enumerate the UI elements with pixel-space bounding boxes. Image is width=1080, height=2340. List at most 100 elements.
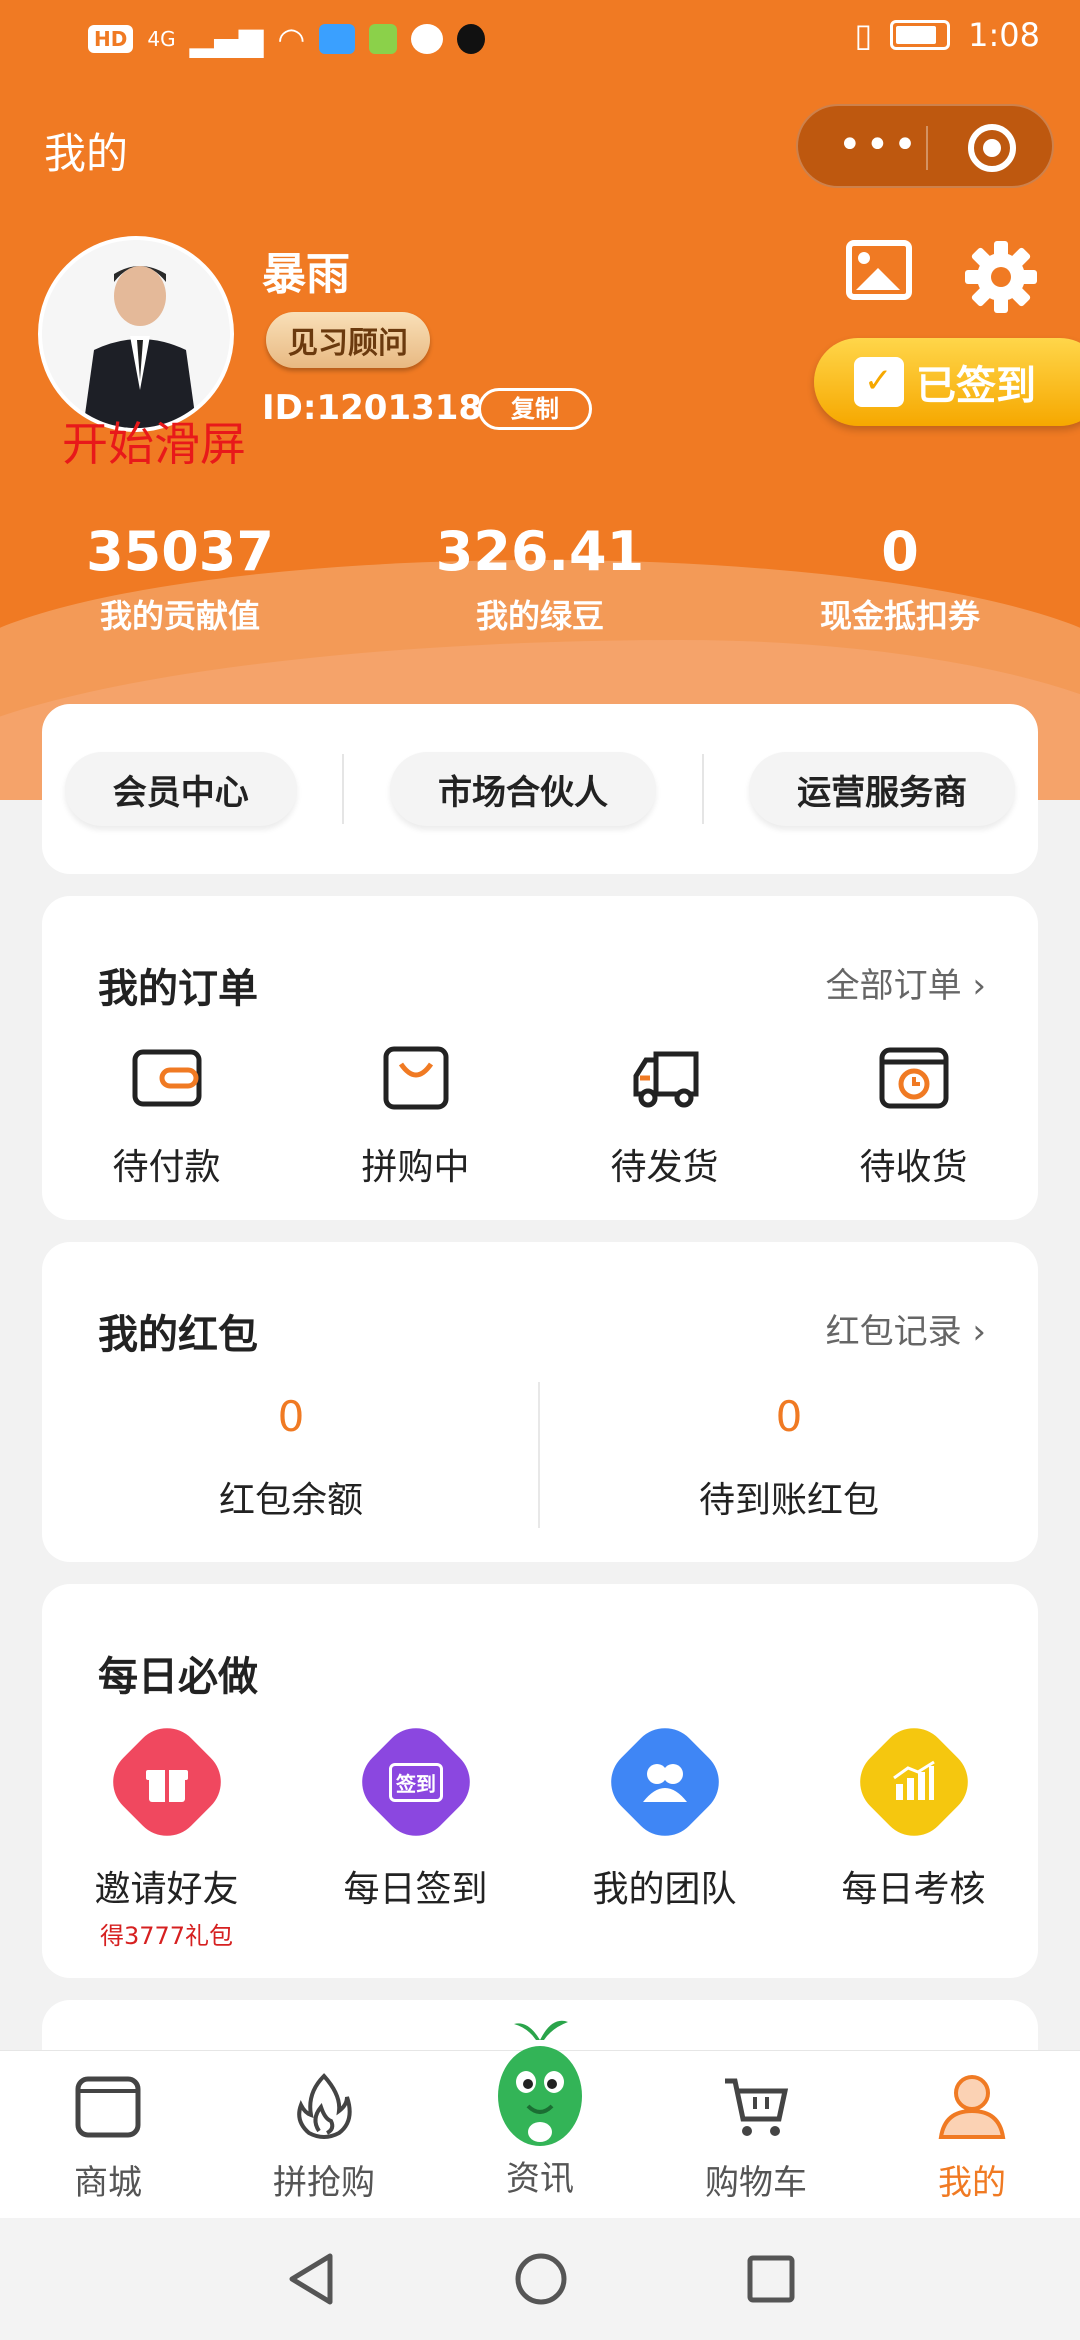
- gear-icon[interactable]: [964, 240, 1038, 314]
- tab-cart[interactable]: 购物车: [648, 2051, 864, 2218]
- more-icon[interactable]: •••: [838, 125, 921, 165]
- copy-id-button[interactable]: 复制: [478, 388, 592, 430]
- invite-friends-button[interactable]: 邀请好友 得3777礼包: [42, 1714, 291, 1951]
- balance-value: 0: [277, 1392, 305, 1441]
- close-miniprogram-icon[interactable]: [968, 124, 1016, 172]
- member-center-button[interactable]: 会员中心: [64, 752, 297, 826]
- signal-label: 4G: [147, 27, 176, 51]
- username: 暴雨: [262, 249, 350, 300]
- signal-icon: ▂▄▆: [189, 20, 264, 58]
- checkin-icon: 签到: [347, 1714, 484, 1850]
- image-icon[interactable]: [846, 240, 912, 300]
- red-packet-title: 我的红包: [98, 1312, 258, 1358]
- daily-label: 我的团队: [592, 1869, 737, 1910]
- tab-label: 资讯: [506, 2159, 574, 2199]
- signed-in-button[interactable]: 已签到: [814, 338, 1080, 426]
- daily-label: 每日签到: [343, 1869, 488, 1910]
- back-icon[interactable]: [286, 2252, 336, 2306]
- system-navigation-bar: [0, 2218, 1080, 2340]
- overlay-caption: 开始滑屏: [62, 417, 246, 471]
- role-badge: 见习顾问: [266, 312, 430, 368]
- daily-label: 每日考核: [841, 1869, 986, 1910]
- wechat-icon: [411, 24, 444, 54]
- page-title: 我的: [44, 129, 129, 178]
- hd-icon: HD: [88, 25, 134, 53]
- cart-icon: [725, 2078, 789, 2136]
- calendar-check-icon: [854, 357, 904, 407]
- tab-label: 我的: [938, 2163, 1006, 2203]
- capsule-divider: [926, 126, 928, 170]
- daily-tasks-card: 每日必做 邀请好友 得3777礼包 签到 每日签到 我的团队 每日考核: [42, 1584, 1038, 1978]
- invite-reward: 得3777礼包: [99, 1922, 234, 1950]
- member-tabs-card: 会员中心 市场合伙人 运营服务商: [42, 704, 1038, 874]
- daily-checkin-button[interactable]: 签到 每日签到: [291, 1714, 540, 1951]
- stat-label: 我的贡献值: [99, 597, 260, 635]
- order-group-buying[interactable]: 拼购中: [291, 1046, 540, 1190]
- divider: [342, 754, 345, 824]
- daily-label: 邀请好友: [94, 1869, 239, 1910]
- store-icon: [75, 2076, 141, 2138]
- pending-value: 0: [775, 1392, 803, 1441]
- android-icon: [369, 24, 398, 54]
- checkin-icon-text: 签到: [388, 1762, 443, 1802]
- balance-label: 红包余额: [218, 1480, 363, 1521]
- orders-card: 我的订单 全部订单 › 待付款 拼购中 待发货 待收货: [42, 896, 1038, 1220]
- battery-icon: [890, 20, 951, 50]
- order-label: 待收货: [859, 1147, 968, 1188]
- tab-me[interactable]: 我的: [864, 2051, 1080, 2218]
- stat-value: 0: [881, 520, 919, 583]
- stat-value: 326.41: [435, 520, 645, 583]
- red-packet-pending[interactable]: 0 待到账红包: [540, 1392, 1038, 1523]
- user-id: ID:1201318: [262, 388, 483, 428]
- signed-in-label: 已签到: [916, 363, 1036, 409]
- vibrate-icon: ▯: [854, 16, 873, 54]
- stat-label: 我的绿豆: [475, 597, 604, 635]
- stat-green-beans[interactable]: 326.41 我的绿豆: [360, 520, 720, 637]
- order-label: 拼购中: [361, 1147, 470, 1188]
- red-packet-records-link[interactable]: 红包记录 ›: [826, 1304, 986, 1353]
- status-bar: HD 4G ▂▄▆ ◠ ▯ 1:08: [0, 0, 1080, 80]
- shopping-bag-icon: [383, 1046, 448, 1110]
- stat-value: 35037: [86, 520, 274, 583]
- flame-icon: [297, 2073, 352, 2139]
- app-notification-icon: [319, 24, 356, 54]
- chart-icon: [845, 1714, 982, 1850]
- order-pending-payment[interactable]: 待付款: [42, 1046, 291, 1190]
- stat-label: 现金抵扣券: [819, 597, 980, 635]
- recents-icon[interactable]: [746, 2254, 796, 2304]
- avatar[interactable]: [38, 236, 234, 432]
- tab-flash-buy[interactable]: 拼抢购: [216, 2051, 432, 2218]
- wifi-icon: ◠: [277, 20, 306, 58]
- clock: 1:08: [968, 16, 1040, 54]
- package-clock-icon: [879, 1047, 948, 1109]
- miniprogram-capsule[interactable]: •••: [796, 104, 1054, 188]
- daily-title: 每日必做: [98, 1654, 258, 1700]
- qq-icon: [457, 24, 486, 54]
- order-label: 待发货: [610, 1147, 719, 1188]
- pending-label: 待到账红包: [698, 1480, 879, 1521]
- order-pending-receipt[interactable]: 待收货: [789, 1046, 1038, 1190]
- gift-icon: [98, 1714, 235, 1850]
- stat-contribution[interactable]: 35037 我的贡献值: [0, 520, 360, 637]
- divider: [701, 754, 704, 824]
- operator-button[interactable]: 运营服务商: [749, 752, 1016, 826]
- truck-icon: [633, 1051, 698, 1108]
- team-icon: [596, 1714, 733, 1850]
- mascot-icon[interactable]: [488, 2010, 592, 2150]
- order-pending-shipment[interactable]: 待发货: [540, 1046, 789, 1190]
- all-orders-link[interactable]: 全部订单 ›: [826, 958, 986, 1007]
- tab-label: 购物车: [705, 2163, 807, 2203]
- orders-title: 我的订单: [98, 966, 258, 1012]
- tab-store[interactable]: 商城: [0, 2051, 216, 2218]
- tab-label: 商城: [74, 2163, 142, 2203]
- daily-assessment-button[interactable]: 每日考核: [789, 1714, 1038, 1951]
- red-packet-balance[interactable]: 0 红包余额: [42, 1392, 540, 1523]
- my-team-button[interactable]: 我的团队: [540, 1714, 789, 1951]
- stat-coupons[interactable]: 0 现金抵扣券: [720, 520, 1080, 637]
- tab-label: 拼抢购: [273, 2163, 375, 2203]
- wallet-icon: [132, 1049, 201, 1107]
- home-icon[interactable]: [514, 2252, 568, 2306]
- red-packet-card: 我的红包 红包记录 › 0 红包余额 0 待到账红包: [42, 1242, 1038, 1562]
- market-partner-button[interactable]: 市场合伙人: [389, 752, 656, 826]
- stats-row: 35037 我的贡献值 326.41 我的绿豆 0 现金抵扣券: [0, 520, 1080, 637]
